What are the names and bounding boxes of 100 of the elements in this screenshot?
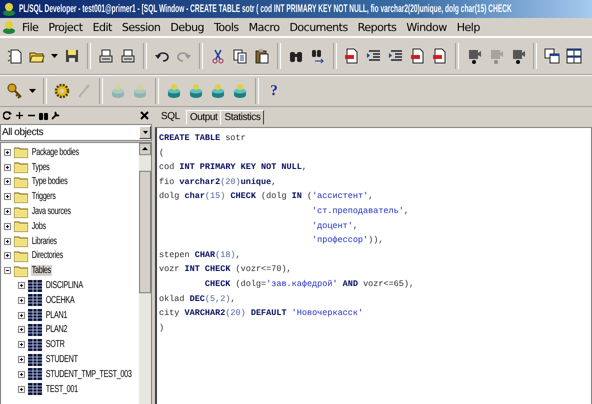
expand-icon[interactable] [18, 356, 25, 364]
printer-icon [120, 48, 136, 64]
table-icon [28, 324, 42, 336]
code-line: CHECK (dolg='зав.кафедрой' AND vozr<=65), [204, 278, 416, 291]
tree-item[interactable]: Directories [31, 250, 64, 262]
database-icon [166, 83, 182, 99]
app-icon [2, 20, 16, 34]
document-icon [410, 48, 426, 64]
caret-icon [51, 54, 58, 58]
expand-icon[interactable] [18, 386, 25, 393]
menu-item[interactable]: Window [402, 20, 451, 34]
printer-icon [98, 48, 114, 64]
tree-item[interactable]: PLAN1 [45, 310, 68, 321]
tree-item[interactable]: OCEHKA [45, 294, 76, 306]
database-icon [188, 83, 204, 99]
expand-icon[interactable] [4, 238, 11, 245]
sql-editor[interactable] [155, 127, 592, 404]
menu-item[interactable]: Debug [166, 20, 208, 34]
database-icon [210, 83, 226, 99]
tree-item[interactable]: TEST_001 [45, 384, 79, 395]
close-icon[interactable] [140, 111, 149, 120]
menu-item[interactable]: Reports [354, 20, 400, 34]
expand-icon[interactable] [4, 164, 11, 171]
code-line: 'ст.преподаватель', [311, 204, 410, 218]
tree-item[interactable]: Libraries [31, 236, 58, 247]
object-filter-dropdown[interactable]: All objects [0, 124, 152, 141]
tree-item[interactable]: Type bodies [31, 176, 68, 188]
scissors-icon [210, 48, 226, 64]
wrench-icon[interactable] [51, 111, 60, 120]
code-line: ( [159, 146, 166, 160]
collapse-icon[interactable] [4, 267, 11, 274]
menu-item[interactable]: Project [44, 20, 87, 34]
tree-item[interactable]: STUDENT [45, 354, 78, 366]
expand-icon[interactable] [4, 148, 11, 156]
code-line: 'профессор')), [311, 234, 384, 248]
window-title: PL/SQL Developer - test001@primer1 - [SQL Window - CREATE TABLE sotr ( cod INT PRIMARY KEY NOT NULL, fio varchar2(20)unique, dolg char(15) CHECK [19, 3, 512, 15]
tree-item[interactable]: Jobs [31, 220, 46, 232]
tree-item[interactable]: SOTR [45, 339, 66, 350]
expand-icon[interactable] [4, 252, 11, 260]
table-icon [28, 294, 42, 306]
menu-item[interactable]: Session [118, 20, 164, 34]
folder-icon [14, 235, 28, 248]
menu-item[interactable]: Help [452, 20, 484, 34]
menu-item[interactable]: Macro [244, 20, 284, 34]
menu-item[interactable]: Tools [210, 20, 243, 34]
tile-windows-icon [566, 48, 582, 64]
code-line: 'доцент', [311, 220, 359, 233]
tree-item[interactable]: Triggers [31, 191, 56, 202]
expand-icon[interactable] [18, 282, 25, 290]
refresh-icon[interactable] [3, 111, 12, 120]
code-line: vozr INT CHECK (vozr<=70), [159, 263, 293, 276]
copy-icon [232, 48, 248, 64]
clipboard-icon [254, 48, 270, 64]
tree-item[interactable]: Types [31, 162, 50, 173]
expand-icon[interactable] [4, 222, 11, 230]
gear-icon [54, 83, 70, 99]
app-icon [2, 2, 16, 16]
folder-icon [14, 220, 28, 232]
expand-icon[interactable] [4, 208, 11, 216]
folder-icon [14, 146, 28, 158]
database-icon [132, 83, 148, 99]
cascade-windows-icon [544, 48, 560, 64]
tree-item[interactable]: Package bodies [31, 146, 80, 158]
document-icon [432, 48, 448, 64]
expand-icon[interactable] [4, 178, 11, 186]
tree-item[interactable]: DISCIPLINA [45, 280, 84, 292]
expand-icon[interactable] [18, 370, 25, 378]
tab[interactable]: Output [186, 110, 222, 125]
expand-icon[interactable] [4, 193, 11, 200]
tree-item[interactable]: STUDENT_TMP_TEST_003 [45, 368, 132, 380]
expand-icon[interactable] [18, 341, 25, 348]
table-icon [28, 338, 42, 351]
code-line: cod INT PRIMARY KEY NOT NULL, [159, 161, 308, 174]
scrollbar[interactable] [139, 143, 151, 404]
code-line: stepen CHAR(18), [159, 248, 242, 262]
folder-icon [14, 206, 28, 218]
database-icon [110, 83, 126, 99]
folder-icon [14, 190, 28, 203]
tree-item[interactable]: PLAN2 [45, 324, 68, 336]
table-icon [28, 309, 42, 322]
folder-icon [14, 176, 28, 188]
new-file-icon [7, 48, 23, 64]
plus-icon[interactable] [15, 111, 24, 120]
menu-item[interactable]: File [18, 20, 42, 34]
expand-icon[interactable] [18, 312, 25, 319]
code-line: fio varchar2(20)unique, [159, 176, 278, 189]
expand-icon[interactable] [18, 296, 25, 304]
wand-icon [76, 83, 92, 99]
code-line: dolg char(15) CHECK (dolg IN ('ассистент', [159, 190, 374, 204]
folder-icon [14, 161, 28, 174]
code-line: city VARCHAR2(20) DEFAULT 'Новочеркасск' [159, 307, 364, 320]
tree-item[interactable]: Tables [31, 265, 52, 276]
table-icon [28, 354, 42, 366]
code-line: oklad DEC(5,2), [159, 292, 237, 306]
expand-icon[interactable] [18, 326, 25, 334]
menu-item[interactable]: Documents [285, 20, 352, 34]
menu-item[interactable]: Edit [88, 20, 116, 34]
help-button[interactable]: ? [264, 79, 284, 103]
tab[interactable]: Statistics [220, 110, 264, 125]
tree-item[interactable]: Java sources [31, 206, 72, 218]
